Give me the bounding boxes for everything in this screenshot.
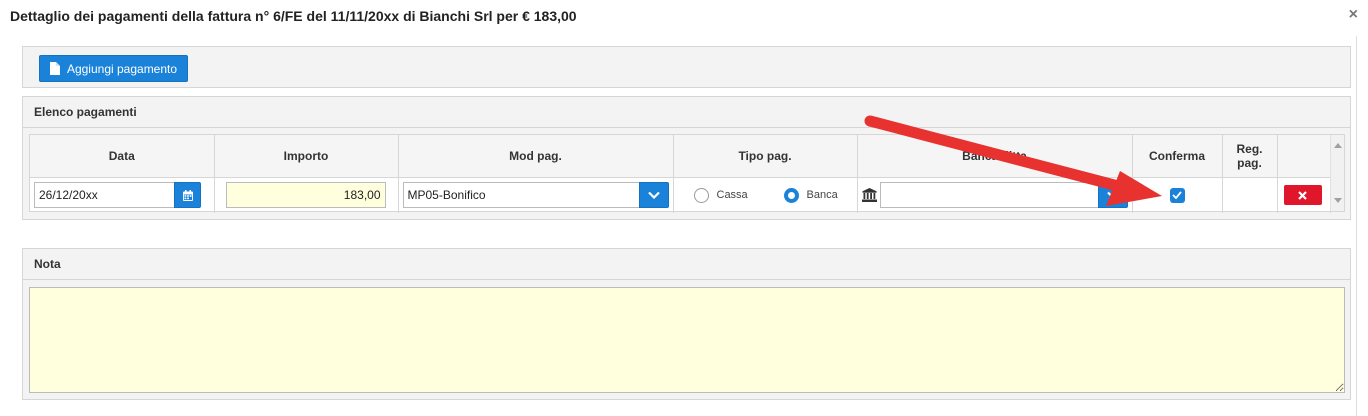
conferma-checkbox[interactable] <box>1169 187 1185 203</box>
bank-icon <box>861 188 877 203</box>
payments-header: Elenco pagamenti <box>23 97 1350 128</box>
column-header-banca-ditta[interactable]: Banca ditta <box>857 135 1133 178</box>
mod-pag-select[interactable]: MP05-Bonifico <box>402 182 669 209</box>
radio-banca-circle[interactable] <box>783 187 799 203</box>
banca-ditta-field <box>861 182 1128 209</box>
cell-mod-pag: MP05-Bonifico <box>398 177 674 213</box>
scroll-up-icon[interactable] <box>1334 143 1342 148</box>
column-header-reg-pag[interactable]: Reg. pag. <box>1222 135 1278 178</box>
radio-cassa[interactable]: Cassa <box>693 187 784 203</box>
banca-ditta-select[interactable] <box>879 182 1128 209</box>
radio-banca[interactable]: Banca <box>783 187 838 203</box>
radio-cassa-circle[interactable] <box>693 187 709 203</box>
column-header-conferma[interactable]: Conferma <box>1132 135 1223 178</box>
calendar-button[interactable] <box>174 182 201 209</box>
column-header-data[interactable]: Data <box>30 135 215 178</box>
toolbar-panel: Aggiungi pagamento <box>22 46 1351 88</box>
close-icon[interactable]: × <box>1349 6 1358 24</box>
calendar-icon <box>182 189 193 201</box>
cell-importo <box>214 177 399 213</box>
scroll-down-icon[interactable] <box>1334 198 1342 203</box>
payments-grid: Data Importo Mod pag. Tipo pag. Banca di… <box>29 134 1345 213</box>
table-header-row: Data Importo Mod pag. Tipo pag. Banca di… <box>30 135 1331 178</box>
column-header-actions <box>1277 135 1331 178</box>
cell-data <box>30 177 215 213</box>
column-header-mod-pag[interactable]: Mod pag. <box>398 135 674 178</box>
column-header-importo[interactable]: Importo <box>214 135 399 178</box>
radio-cassa-label: Cassa <box>716 189 748 202</box>
add-payment-button[interactable]: Aggiungi pagamento <box>39 55 188 82</box>
cell-actions <box>1277 177 1331 213</box>
close-icon <box>1298 190 1307 200</box>
table-row: MP05-Bonifico <box>30 177 1331 213</box>
grid-scrollbar[interactable] <box>1330 135 1344 211</box>
tipo-pag-radio-group: Cassa Banca <box>678 187 853 203</box>
document-icon <box>49 62 60 75</box>
date-input[interactable] <box>34 182 174 209</box>
column-header-tipo-pag[interactable]: Tipo pag. <box>673 135 858 178</box>
mod-pag-value[interactable]: MP05-Bonifico <box>402 182 639 209</box>
cell-banca-ditta <box>857 177 1133 213</box>
amount-input[interactable] <box>225 182 386 209</box>
mod-pag-dropdown-button[interactable] <box>638 182 669 209</box>
modal-body: Aggiungi pagamento Elenco pagamenti Data… <box>0 36 1368 416</box>
delete-payment-button[interactable] <box>1283 185 1322 206</box>
banca-ditta-dropdown-button[interactable] <box>1097 182 1128 209</box>
banca-ditta-value[interactable] <box>879 182 1098 209</box>
payments-table: Data Importo Mod pag. Tipo pag. Banca di… <box>30 135 1331 213</box>
payments-panel: Elenco pagamenti Data Importo Mod pag. T… <box>22 96 1351 220</box>
cell-reg-pag <box>1222 177 1278 213</box>
radio-banca-label: Banca <box>806 189 838 202</box>
scrollbar-divider <box>1356 36 1357 416</box>
cell-conferma <box>1132 177 1223 213</box>
chevron-down-icon <box>647 191 660 200</box>
nota-header: Nota <box>23 249 1350 280</box>
nota-textarea[interactable] <box>29 287 1345 393</box>
check-icon <box>1172 191 1182 200</box>
date-picker <box>34 182 210 209</box>
nota-panel: Nota <box>22 248 1351 400</box>
add-payment-label: Aggiungi pagamento <box>66 61 178 76</box>
chevron-down-icon <box>1106 191 1119 200</box>
cell-tipo-pag: Cassa Banca <box>673 177 858 213</box>
modal-title: Dettaglio dei pagamenti della fattura n°… <box>10 8 577 24</box>
